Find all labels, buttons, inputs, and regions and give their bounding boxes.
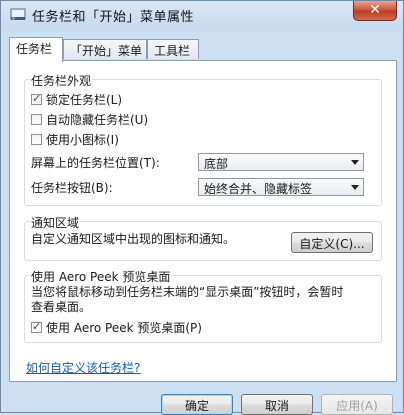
tab-panel: 任务栏外观 锁定任务栏(L) 自动隐藏任务栏(U) 使用小图标(I) 屏幕上的任…	[9, 60, 397, 382]
tab-start-menu[interactable]: 「开始」菜单	[63, 39, 147, 59]
aero-peek-checkbox[interactable]: 使用 Aero Peek 预览桌面(P)	[31, 319, 202, 335]
chevron-down-icon	[351, 160, 359, 165]
tab-toolbars[interactable]: 工具栏	[147, 39, 199, 59]
window-title: 任务栏和「开始」菜单属性	[32, 10, 195, 25]
aero-peek-group: 使用 Aero Peek 预览桌面 当您将鼠标移动到任务栏末端的“显示桌面”按钮…	[24, 268, 382, 343]
notification-group-label: 通知区域	[30, 214, 81, 231]
lock-taskbar-checkbox[interactable]: 锁定任务栏(L)	[31, 91, 122, 107]
location-value-text: 底部	[204, 157, 229, 171]
peek-description-line1: 当您将鼠标移动到任务栏末端的“显示桌面”按钮时，会暂时	[31, 285, 344, 299]
checkbox-box[interactable]	[31, 133, 42, 145]
checkbox-label: 使用 Aero Peek 预览桌面(P)	[46, 320, 202, 335]
notification-group: 通知区域 自定义通知区域中出现的图标和通知。 自定义(C)...	[24, 214, 382, 261]
apply-button[interactable]: 应用(A)	[321, 394, 393, 415]
tab-label: 工具栏	[154, 44, 191, 58]
notification-description: 自定义通知区域中出现的图标和通知。	[31, 232, 236, 246]
help-link[interactable]: 如何自定义该任务栏?	[26, 359, 140, 376]
cancel-button[interactable]: 取消	[241, 394, 313, 415]
location-label: 屏幕上的任务栏位置(T):	[31, 156, 160, 170]
checkbox-label: 使用小图标(I)	[46, 132, 119, 147]
taskbar-properties-icon	[10, 7, 26, 23]
tab-label: 任务栏	[16, 42, 53, 56]
checkbox-box[interactable]	[31, 113, 42, 125]
chevron-down-icon	[351, 185, 359, 190]
tab-taskbar[interactable]: 任务栏	[9, 37, 63, 62]
title-bar[interactable]: 任务栏和「开始」菜单属性 ✕	[1, 1, 403, 31]
checkbox-box[interactable]	[31, 92, 42, 105]
properties-window: 任务栏和「开始」菜单属性 ✕ 任务栏 「开始」菜单 工具栏 任务栏外观 锁定任务…	[0, 0, 404, 415]
customize-button[interactable]: 自定义(C)...	[291, 232, 373, 253]
appearance-group: 任务栏外观 锁定任务栏(L) 自动隐藏任务栏(U) 使用小图标(I) 屏幕上的任…	[24, 72, 382, 206]
checkbox-label: 自动隐藏任务栏(U)	[46, 112, 149, 127]
checkbox-box[interactable]	[31, 320, 42, 333]
autohide-taskbar-checkbox[interactable]: 自动隐藏任务栏(U)	[31, 111, 148, 127]
peek-description-line2: 查看桌面。	[31, 300, 92, 314]
taskbar-buttons-select[interactable]: 始终合并、隐藏标签	[198, 178, 364, 196]
appearance-group-label: 任务栏外观	[30, 72, 93, 89]
location-select[interactable]: 底部	[198, 153, 364, 171]
buttons-label: 任务栏按钮(B):	[31, 181, 113, 195]
taskbar-buttons-value: 始终合并、隐藏标签	[204, 182, 313, 196]
close-icon: ✕	[369, 2, 381, 18]
aero-peek-group-label: 使用 Aero Peek 预览桌面	[30, 268, 172, 285]
small-icons-checkbox[interactable]: 使用小图标(I)	[31, 131, 119, 147]
ok-button[interactable]: 确定	[161, 394, 233, 415]
checkbox-label: 锁定任务栏(L)	[46, 92, 123, 107]
close-button[interactable]: ✕	[353, 1, 397, 21]
tab-label: 「开始」菜单	[70, 44, 143, 58]
